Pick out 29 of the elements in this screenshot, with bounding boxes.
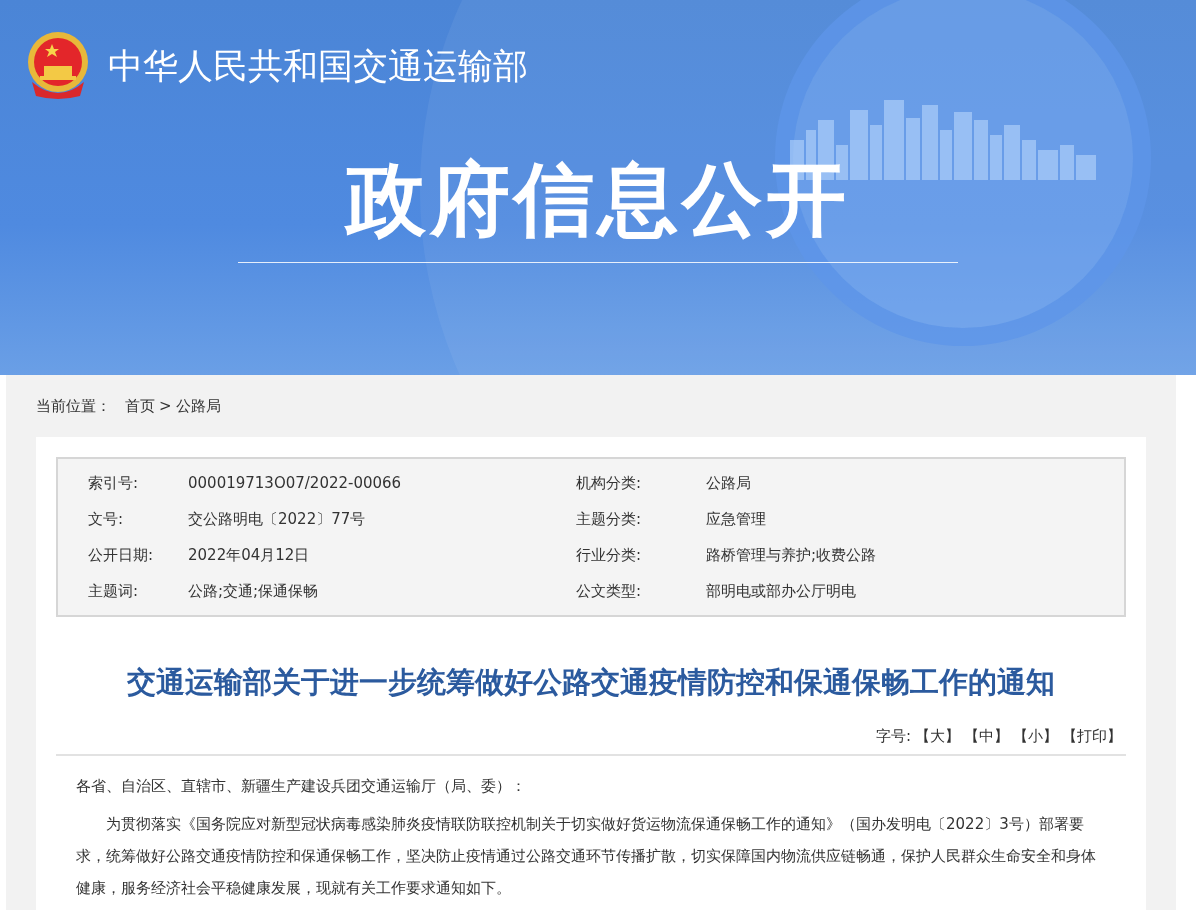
body-paragraph: 为贯彻落实《国务院应对新型冠状病毒感染肺炎疫情联防联控机制关于切实做好货运物流保通保畅工作的通知》（国办发明电〔2022〕3号）部署要求，统筹做好公路交通疫情防控和保通保畅工作，坚决防止疫情通过公路交通环节传播扩散，切实保障国内物流供应链畅通，保护人民群众生命安全和身体健康，服务经济社会平稳健康发展，现就有关工作要求通知如下。 xyxy=(76,814,1097,899)
meta-value: 应急管理 xyxy=(706,509,767,530)
breadcrumb-label: 当前位置： xyxy=(36,396,111,416)
meta-label: 索引号: xyxy=(87,473,140,494)
meta-value: 000019713O07/2022-00066 xyxy=(188,473,403,494)
meta-label: 公文类型: xyxy=(576,581,643,602)
meta-value: 部明电或部办公厅明电 xyxy=(706,581,857,602)
font-size-link[interactable]: 【小】 xyxy=(1013,727,1058,746)
font-size-link[interactable]: 【大】 xyxy=(915,727,960,746)
meta-label: 公开日期: xyxy=(87,545,155,566)
meta-value: 公路;交通;保通保畅 xyxy=(188,581,320,602)
article-title: 交通运输部关于进一步统筹做好公路交通疫情防控和保通保畅工作的通知 xyxy=(126,664,1056,701)
salutation: 各省、自治区、直辖市、新疆生产建设兵团交通运输厅（局、委）： xyxy=(76,776,527,797)
meta-value: 公路局 xyxy=(706,473,752,494)
meta-value: 交公路明电〔2022〕77号 xyxy=(188,509,367,530)
font-size-label: 字号: xyxy=(875,727,911,746)
breadcrumb-separator: > xyxy=(159,397,172,415)
meta-value: 2022年04月12日 xyxy=(188,545,311,566)
meta-label: 机构分类: xyxy=(576,473,643,494)
font-size-link[interactable]: 【中】 xyxy=(964,727,1009,746)
meta-value: 路桥管理与养护;收费公路 xyxy=(706,545,878,566)
meta-label: 文号: xyxy=(87,509,125,530)
site-name: 中华人民共和国交通运输部 xyxy=(108,44,528,88)
breadcrumb-link[interactable]: 首页 xyxy=(125,396,155,416)
breadcrumb-link[interactable]: 公路局 xyxy=(175,396,221,416)
meta-label: 主题分类: xyxy=(576,509,643,530)
meta-label: 行业分类: xyxy=(576,545,643,566)
font-size-link[interactable]: 【打印】 xyxy=(1062,727,1122,746)
meta-label: 主题词: xyxy=(87,581,140,602)
